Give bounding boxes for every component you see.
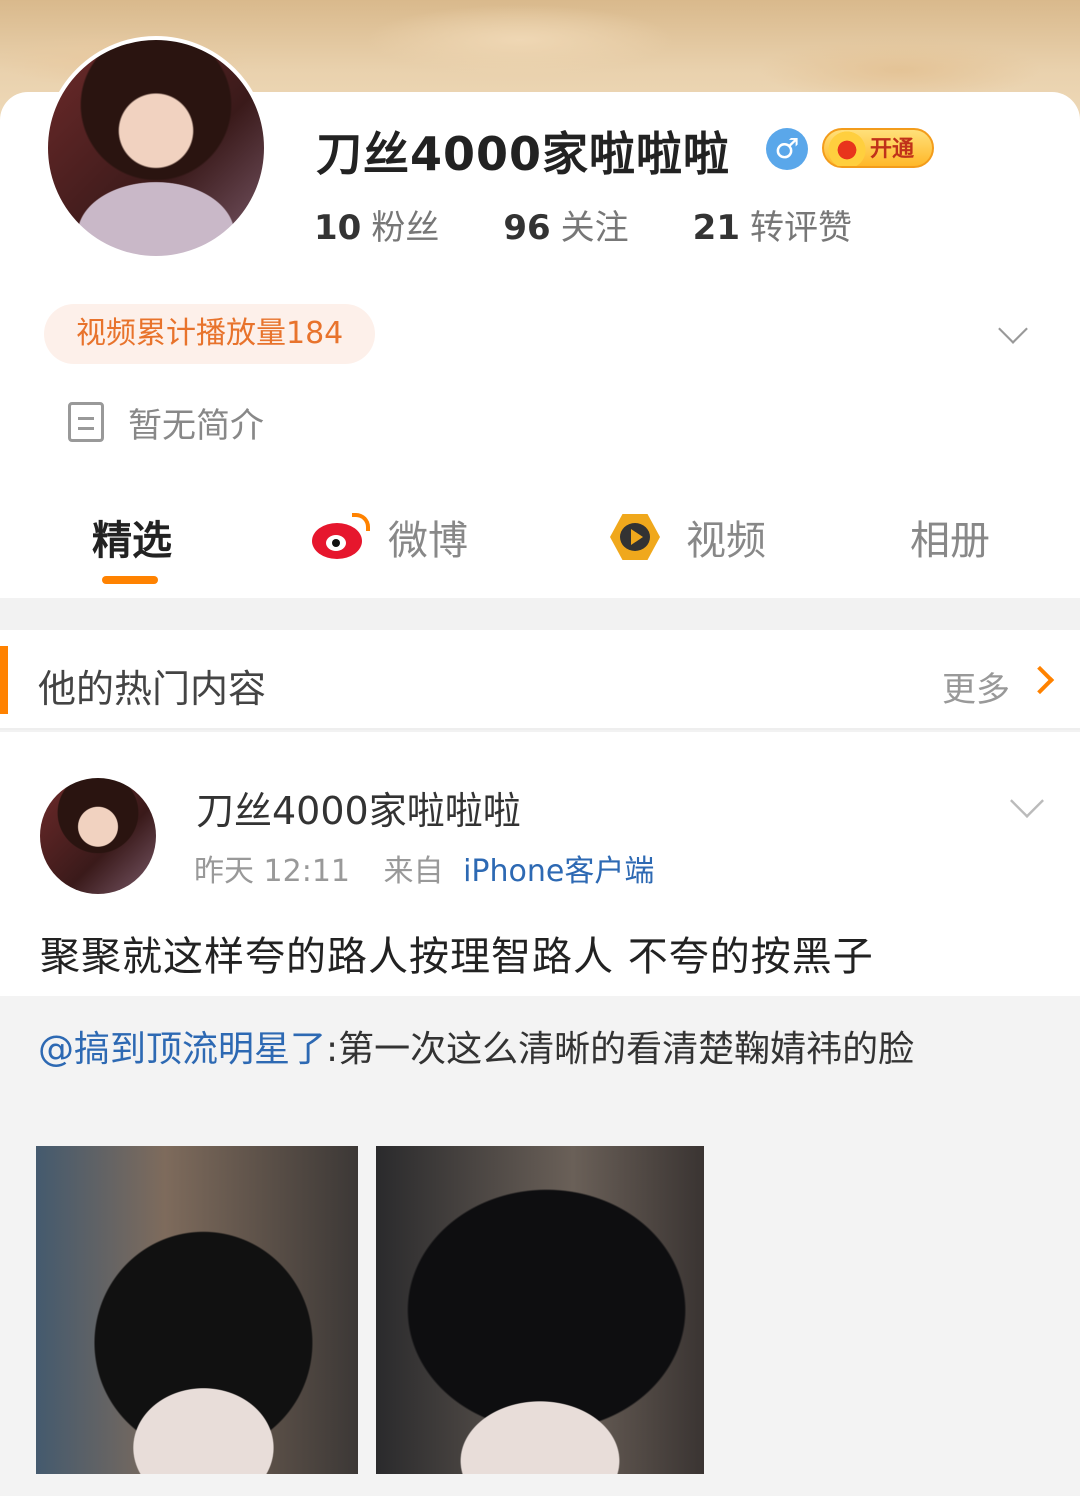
following-stat[interactable]: 96 关注 (503, 200, 628, 249)
repost-body: :第一次这么清晰的看清楚鞠婧祎的脸 (326, 1029, 915, 1070)
following-label: 关注 (560, 208, 629, 248)
profile-bio: 暂无简介 (128, 406, 264, 446)
tab-weibo-label: 微博 (388, 518, 468, 564)
document-icon (68, 402, 104, 442)
interactions-count: 21 (692, 208, 740, 248)
reposted-content[interactable]: @搞到顶流明星了:第一次这么清晰的看清楚鞠婧祎的脸 (0, 996, 1080, 1496)
repost-mention[interactable]: @搞到顶流明星了 (38, 1029, 326, 1070)
chevron-right-icon[interactable] (1025, 665, 1055, 695)
post-author-name[interactable]: 刀丝4000家啦啦啦 (196, 780, 521, 835)
followers-label: 粉丝 (371, 208, 440, 248)
post-author-avatar[interactable] (40, 778, 156, 894)
crown-icon (828, 126, 866, 166)
post-time: 昨天 12:11 (194, 854, 350, 889)
post-image-2[interactable] (376, 1146, 704, 1474)
repost-text: @搞到顶流明星了:第一次这么清晰的看清楚鞠婧祎的脸 (38, 1024, 1038, 1076)
hot-content-header: 他的热门内容 更多 (0, 630, 1080, 730)
followers-stat[interactable]: 10 粉丝 (314, 200, 439, 249)
post-menu-chevron-icon[interactable] (1010, 784, 1044, 818)
tab-album[interactable]: 相册 (910, 508, 990, 566)
profile-username: 刀丝4000家啦啦啦 (316, 127, 731, 181)
vip-open-badge[interactable]: 开通 (822, 126, 934, 168)
video-plays-badge[interactable]: 视频累计播放量184 (44, 304, 376, 364)
tab-weibo[interactable]: 微博 (312, 508, 468, 566)
section-title: 他的热门内容 (38, 667, 267, 711)
post-meta: 昨天 12:11 来自 iPhone客户端 (194, 846, 654, 890)
vip-open-label: 开通 (870, 137, 915, 162)
section-accent-bar (0, 646, 8, 714)
profile-stats: 10 粉丝 96 关注 21 转评赞 (314, 200, 916, 249)
post-from-label: 来自 (383, 854, 444, 889)
male-gender-icon: ♂ (766, 128, 808, 170)
active-tab-indicator (102, 576, 158, 584)
post-card[interactable]: 刀丝4000家啦啦啦 昨天 12:11 来自 iPhone客户端 聚聚就这样夸的… (0, 732, 1080, 996)
tab-album-label: 相册 (910, 518, 990, 564)
tab-featured[interactable]: 精选 (92, 508, 172, 566)
video-icon (606, 512, 666, 562)
tab-featured-label: 精选 (92, 518, 172, 564)
post-source[interactable]: iPhone客户端 (463, 854, 654, 889)
profile-tabs: 精选 微博 视频 相册 (0, 500, 1080, 596)
weibo-icon (312, 513, 370, 559)
more-link[interactable]: 更多 (942, 662, 1010, 711)
chevron-down-icon[interactable] (998, 314, 1028, 344)
profile-avatar[interactable] (44, 36, 268, 260)
post-text: 聚聚就这样夸的路人按理智路人 不夸的按黑子 (40, 934, 874, 980)
tab-video-label: 视频 (686, 518, 766, 564)
interactions-label: 转评赞 (749, 208, 852, 248)
followers-count: 10 (314, 208, 362, 248)
tab-video[interactable]: 视频 (606, 508, 766, 566)
following-count: 96 (503, 208, 551, 248)
post-image-1[interactable] (36, 1146, 358, 1474)
interactions-stat[interactable]: 21 转评赞 (693, 200, 852, 249)
